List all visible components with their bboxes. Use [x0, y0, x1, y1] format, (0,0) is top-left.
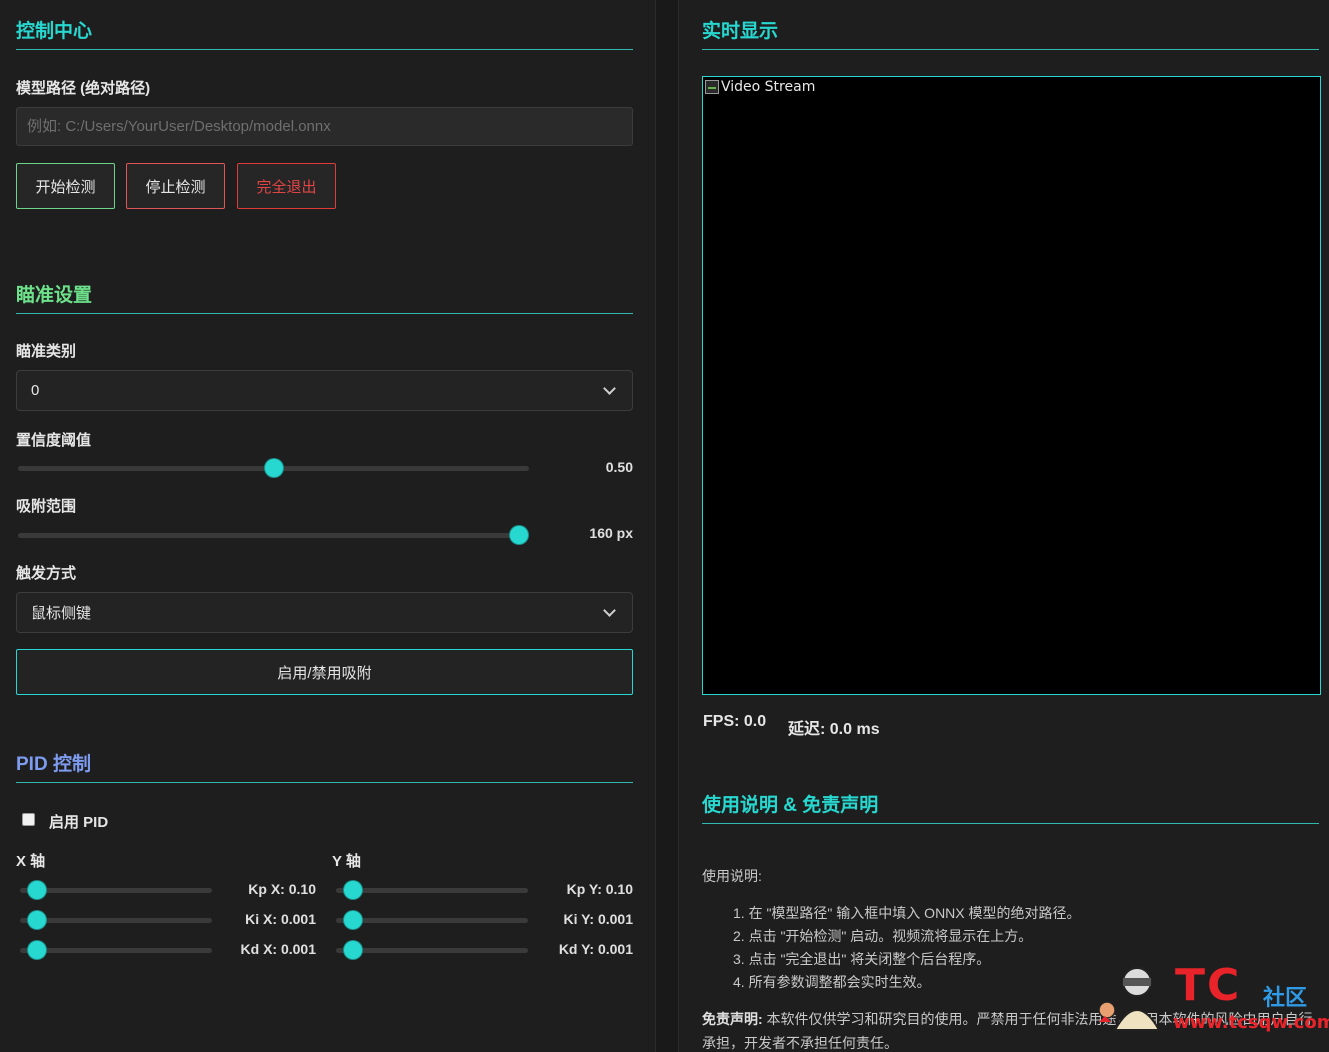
chevron-down-icon — [603, 603, 616, 617]
trigger-mode-select[interactable]: 鼠标侧键 — [16, 592, 633, 633]
start-detection-button[interactable]: 开始检测 — [16, 163, 115, 209]
chevron-down-icon — [603, 381, 616, 395]
kd-y-slider[interactable] — [336, 941, 528, 959]
watermark-sub: 社区 — [1263, 985, 1308, 1010]
kp-y-slider-thumb[interactable] — [344, 881, 362, 899]
confidence-slider[interactable] — [18, 459, 529, 477]
aim-category-value: 0 — [31, 382, 40, 399]
kd-x-slider[interactable] — [20, 941, 212, 959]
enable-pid-label: 启用 PID — [49, 814, 109, 831]
latency-readout: 延迟: 0.0 ms — [788, 721, 880, 738]
trigger-mode-label: 触发方式 — [16, 565, 77, 582]
kp-y-slider[interactable] — [336, 881, 528, 899]
list-item: 3. 点击 "完全退出" 将关闭整个后台程序。 — [733, 951, 991, 967]
aim-category-select[interactable]: 0 — [16, 370, 633, 411]
fps-readout: FPS: 0.0 — [703, 713, 767, 730]
trigger-mode-value: 鼠标侧键 — [31, 605, 92, 622]
list-item: 4. 所有参数调整都会实时生效。 — [733, 974, 931, 990]
model-path-input[interactable] — [16, 107, 633, 146]
watermark-brand: TC — [1175, 960, 1242, 1011]
stop-detection-button[interactable]: 停止检测 — [126, 163, 225, 209]
kd-y-slider-thumb[interactable] — [344, 941, 362, 959]
list-item: 1. 在 "模型路径" 输入框中填入 ONNX 模型的绝对路径。 — [733, 905, 1081, 921]
pid-control-title: PID 控制 — [16, 749, 633, 783]
mascot-icon — [1098, 967, 1161, 1031]
confidence-value: 0.50 — [605, 459, 633, 475]
usage-steps: 1. 在 "模型路径" 输入框中填入 ONNX 模型的绝对路径。 2. 点击 "… — [733, 902, 1081, 994]
video-stream-alt: Video Stream — [705, 79, 815, 95]
video-stream-alt-text: Video Stream — [721, 79, 816, 95]
y-axis-label: Y 轴 — [332, 853, 361, 870]
kd-x-slider-thumb[interactable] — [28, 941, 46, 959]
ki-x-slider-thumb[interactable] — [28, 911, 46, 929]
ki-x-value: Ki X: 0.001 — [245, 911, 316, 927]
panel-divider — [655, 0, 679, 1052]
aim-category-label: 瞄准类别 — [16, 343, 77, 360]
confidence-slider-thumb[interactable] — [264, 459, 283, 477]
kp-x-value: Kp X: 0.10 — [248, 881, 316, 897]
ki-y-slider-thumb[interactable] — [344, 911, 362, 929]
snap-range-label: 吸附范围 — [16, 498, 77, 515]
exit-button[interactable]: 完全退出 — [237, 163, 336, 209]
disclaimer-label: 免责声明: — [702, 1011, 763, 1027]
help-title: 使用说明 & 免责声明 — [702, 790, 1319, 824]
broken-image-icon — [705, 80, 719, 94]
video-stream: Video Stream — [702, 76, 1321, 695]
snap-range-slider[interactable] — [18, 526, 529, 544]
kd-y-value: Kd Y: 0.001 — [558, 941, 633, 957]
aim-settings-title: 瞄准设置 — [16, 280, 633, 314]
list-item: 2. 点击 "开始检测" 启动。视频流将显示在上方。 — [733, 928, 1033, 944]
ki-y-slider[interactable] — [336, 911, 528, 929]
ki-x-slider[interactable] — [20, 911, 212, 929]
kp-y-value: Kp Y: 0.10 — [566, 881, 633, 897]
site-watermark: TC 社区 www.tcsqw.com — [1085, 960, 1329, 1035]
snap-range-slider-thumb[interactable] — [510, 526, 528, 544]
live-display-title: 实时显示 — [702, 16, 1319, 50]
kp-x-slider-thumb[interactable] — [28, 881, 46, 899]
usage-title: 使用说明: — [702, 868, 762, 884]
model-path-label: 模型路径 (绝对路径) — [16, 80, 151, 97]
kd-x-value: Kd X: 0.001 — [240, 941, 316, 957]
x-axis-label: X 轴 — [16, 853, 46, 870]
control-center-title: 控制中心 — [16, 16, 633, 50]
snap-range-value: 160 px — [589, 525, 633, 541]
watermark-url: www.tcsqw.com — [1173, 1012, 1329, 1033]
confidence-label: 置信度阈值 — [16, 432, 92, 449]
ki-y-value: Ki Y: 0.001 — [563, 911, 633, 927]
kp-x-slider[interactable] — [20, 881, 212, 899]
toggle-snap-button[interactable]: 启用/禁用吸附 — [16, 649, 633, 695]
enable-pid-checkbox[interactable] — [22, 813, 35, 826]
control-panel: 控制中心 模型路径 (绝对路径) 开始检测 停止检测 完全退出 瞄准设置 瞄准类… — [0, 0, 655, 1052]
